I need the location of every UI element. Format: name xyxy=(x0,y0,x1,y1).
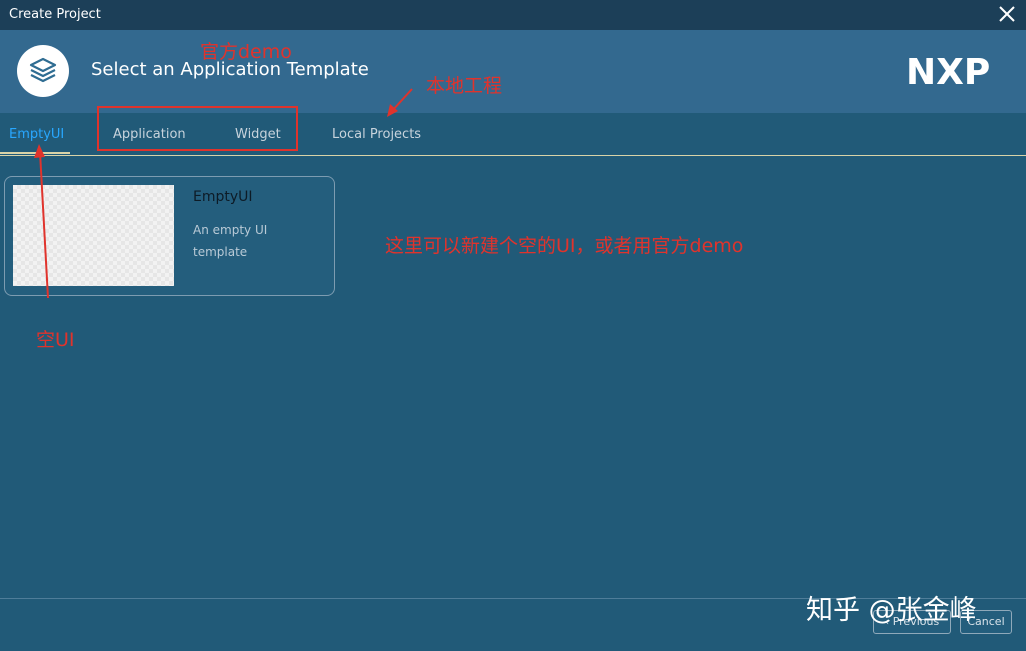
close-icon[interactable] xyxy=(996,3,1018,25)
nxp-logo: NXP xyxy=(906,54,990,88)
tab-emptyui[interactable]: EmptyUI xyxy=(9,127,64,142)
annotation-empty-ui: 空UI xyxy=(36,329,75,351)
annotation-official-demo: 官方demo xyxy=(200,41,292,63)
title-bar: Create Project xyxy=(0,0,1026,30)
annotation-local-project: 本地工程 xyxy=(426,75,503,97)
tab-local-projects[interactable]: Local Projects xyxy=(332,127,421,142)
active-tab-indicator xyxy=(0,152,70,154)
app-logo xyxy=(17,45,69,97)
window-title: Create Project xyxy=(9,7,101,22)
template-card-emptyui[interactable]: EmptyUI An empty UI template xyxy=(4,176,335,296)
watermark: 知乎 @张金峰 xyxy=(806,595,977,626)
annotation-note: 这里可以新建个空的UI，或者用官方demo xyxy=(385,235,744,257)
annotation-box xyxy=(97,106,298,151)
template-name: EmptyUI xyxy=(193,189,253,205)
svg-text:NXP: NXP xyxy=(906,54,990,88)
layers-icon xyxy=(29,57,57,83)
header: Select an Application Template NXP xyxy=(0,30,1026,113)
template-description: An empty UI template xyxy=(193,223,268,259)
template-thumbnail xyxy=(13,185,174,286)
